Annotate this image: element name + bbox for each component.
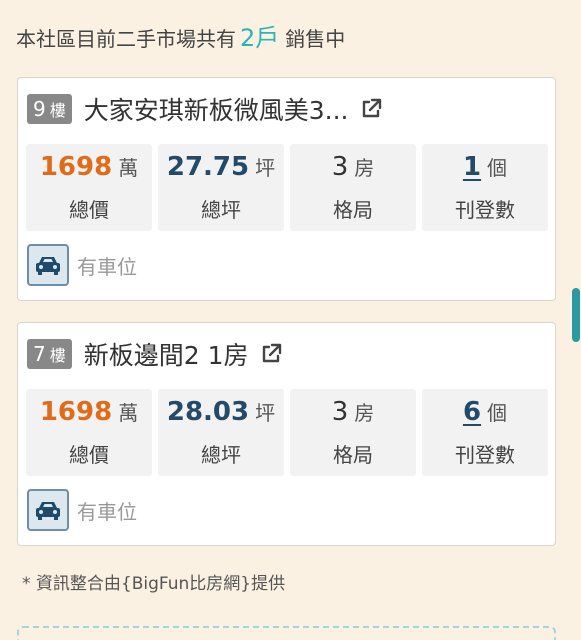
postings-link[interactable]: 6 <box>463 397 481 427</box>
price-value: 1698 <box>39 152 113 182</box>
floor-badge: 7樓 <box>27 339 72 369</box>
layout-value: 3 <box>331 152 349 182</box>
stat-total-area: 28.03 坪 總坪 <box>158 389 284 476</box>
price-label: 總價 <box>69 443 109 467</box>
stat-postings[interactable]: 6個 刊登數 <box>422 389 548 476</box>
floor-number: 7 <box>33 342 46 366</box>
parking-info: 有車位 <box>27 244 137 286</box>
listing-count: 2戶 <box>240 24 280 52</box>
car-icon <box>27 489 69 531</box>
listing-stats: 1698 萬 總價 28.03 坪 總坪 3房 格局 6個 刊登數 <box>26 389 548 476</box>
postings-label: 刊登數 <box>455 198 515 222</box>
postings-label: 刊登數 <box>455 443 515 467</box>
postings-unit: 個 <box>487 156 508 180</box>
layout-unit: 房 <box>354 156 375 180</box>
parking-label: 有車位 <box>77 254 137 279</box>
parking-info: 有車位 <box>27 489 137 531</box>
external-link-icon[interactable] <box>359 97 383 121</box>
header-prefix: 本社區目前二手市場共有 <box>16 27 236 51</box>
stat-layout: 3房 格局 <box>290 144 416 231</box>
car-icon <box>27 244 69 286</box>
listing-summary-header: 本社區目前二手市場共有 2戶 銷售中 <box>16 18 345 53</box>
listing-card[interactable]: 7樓 新板邊間2 1房 1698 萬 總價 28.03 坪 總坪 3房 格局 6個 … <box>17 322 556 546</box>
layout-label: 格局 <box>333 443 373 467</box>
price-label: 總價 <box>69 198 109 222</box>
area-value: 28.03 <box>166 397 250 427</box>
parking-label: 有車位 <box>77 499 137 524</box>
area-value: 27.75 <box>166 152 250 182</box>
stat-total-area: 27.75 坪 總坪 <box>158 144 284 231</box>
postings-unit: 個 <box>487 401 508 425</box>
listing-card[interactable]: 9樓 大家安琪新板微風美3... 1698 萬 總價 27.75 坪 總坪 3房 格… <box>17 77 556 301</box>
floor-unit: 樓 <box>49 101 66 120</box>
area-label: 總坪 <box>201 443 241 467</box>
stat-total-price: 1698 萬 總價 <box>26 389 152 476</box>
scrollbar-thumb[interactable] <box>572 288 580 342</box>
layout-unit: 房 <box>354 401 375 425</box>
listing-title-row[interactable]: 9樓 大家安琪新板微風美3... <box>27 92 383 126</box>
dashed-section-box <box>17 626 556 640</box>
price-value: 1698 <box>39 397 113 427</box>
area-unit: 坪 <box>255 156 276 180</box>
floor-badge: 9樓 <box>27 94 72 124</box>
listing-title[interactable]: 新板邊間2 1房 <box>84 336 249 372</box>
layout-label: 格局 <box>333 198 373 222</box>
floor-unit: 樓 <box>49 346 66 365</box>
stat-postings[interactable]: 1個 刊登數 <box>422 144 548 231</box>
floor-number: 9 <box>33 97 46 121</box>
area-label: 總坪 <box>201 198 241 222</box>
price-unit: 萬 <box>118 156 139 180</box>
header-suffix: 銷售中 <box>285 27 346 51</box>
external-link-icon[interactable] <box>259 342 283 366</box>
stat-total-price: 1698 萬 總價 <box>26 144 152 231</box>
listing-title[interactable]: 大家安琪新板微風美3... <box>84 91 349 127</box>
area-unit: 坪 <box>255 401 276 425</box>
listing-title-row[interactable]: 7樓 新板邊間2 1房 <box>27 337 283 371</box>
layout-value: 3 <box>331 397 349 427</box>
postings-link[interactable]: 1 <box>463 152 481 182</box>
stat-layout: 3房 格局 <box>290 389 416 476</box>
price-unit: 萬 <box>118 401 139 425</box>
data-source-footnote: * 資訊整合由{BigFun比房網}提供 <box>22 574 286 594</box>
listing-stats: 1698 萬 總價 27.75 坪 總坪 3房 格局 1個 刊登數 <box>26 144 548 231</box>
